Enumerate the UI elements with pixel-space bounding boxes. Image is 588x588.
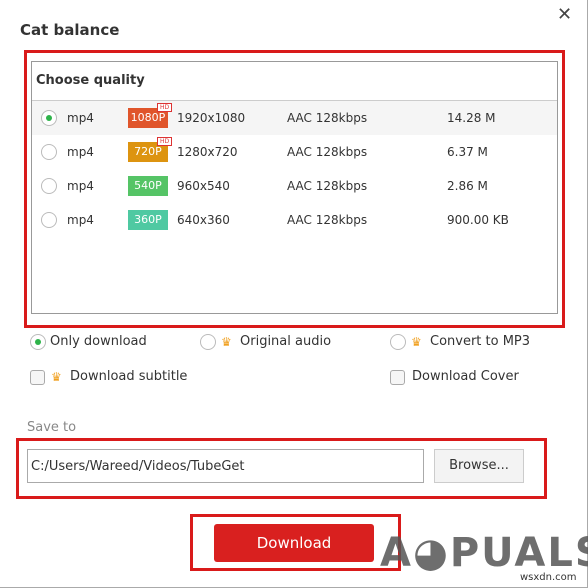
audio: AAC 128kbps [287,111,368,125]
resolution-badge: 360P [128,210,168,230]
save-to-label: Save to [27,420,77,435]
download-button[interactable]: Download [214,524,374,562]
audio: AAC 128kbps [287,145,368,159]
close-icon[interactable]: ✕ [557,4,572,25]
resolution: 1280x720 [177,145,238,159]
quality-radio[interactable] [41,110,57,126]
quality-radio[interactable] [41,144,57,160]
quality-row[interactable]: mp4 540P 960x540 AAC 128kbps 2.86 M [32,169,557,203]
quality-header: Choose quality [36,73,145,88]
format: mp4 [67,179,94,193]
file-size: 2.86 M [447,179,488,193]
quality-row[interactable]: mp4 720P HD 1280x720 AAC 128kbps 6.37 M [32,135,557,169]
crown-icon: ♛ [221,335,232,349]
resolution: 640x360 [177,213,230,227]
format: mp4 [67,111,94,125]
watermark-logo: A◕PUALS [380,530,588,576]
save-path-input[interactable] [27,449,424,483]
quality-radio[interactable] [41,178,57,194]
quality-row[interactable]: mp4 360P 640x360 AAC 128kbps 900.00 KB [32,203,557,237]
format: mp4 [67,213,94,227]
original-audio-label: Original audio [240,334,332,349]
audio: AAC 128kbps [287,179,368,193]
crown-icon: ♛ [51,370,62,384]
convert-mp3-radio[interactable] [390,334,406,350]
convert-mp3-label: Convert to MP3 [430,334,531,349]
resolution: 960x540 [177,179,230,193]
quality-row[interactable]: mp4 1080P HD 1920x1080 AAC 128kbps 14.28… [32,101,557,135]
file-size: 14.28 M [447,111,496,125]
hd-badge: HD [157,137,173,146]
browse-button[interactable]: Browse... [434,449,524,483]
dialog: Cat balance ✕ Choose quality mp4 1080P H… [0,0,588,588]
watermark-site: wsxdn.com [520,572,577,583]
resolution: 1920x1080 [177,111,246,125]
hd-badge: HD [157,103,173,112]
file-size: 900.00 KB [447,213,509,227]
only-download-radio[interactable] [30,334,46,350]
audio: AAC 128kbps [287,213,368,227]
download-cover-label: Download Cover [412,369,519,384]
download-subtitle-label: Download subtitle [70,369,188,384]
resolution-badge: 540P [128,176,168,196]
crown-icon: ♛ [411,335,422,349]
only-download-label: Only download [50,334,147,349]
download-subtitle-checkbox[interactable] [30,370,45,385]
dialog-title: Cat balance [20,21,120,39]
download-cover-checkbox[interactable] [390,370,405,385]
format: mp4 [67,145,94,159]
file-size: 6.37 M [447,145,488,159]
quality-radio[interactable] [41,212,57,228]
original-audio-radio[interactable] [200,334,216,350]
quality-list: Choose quality mp4 1080P HD 1920x1080 AA… [31,61,558,314]
